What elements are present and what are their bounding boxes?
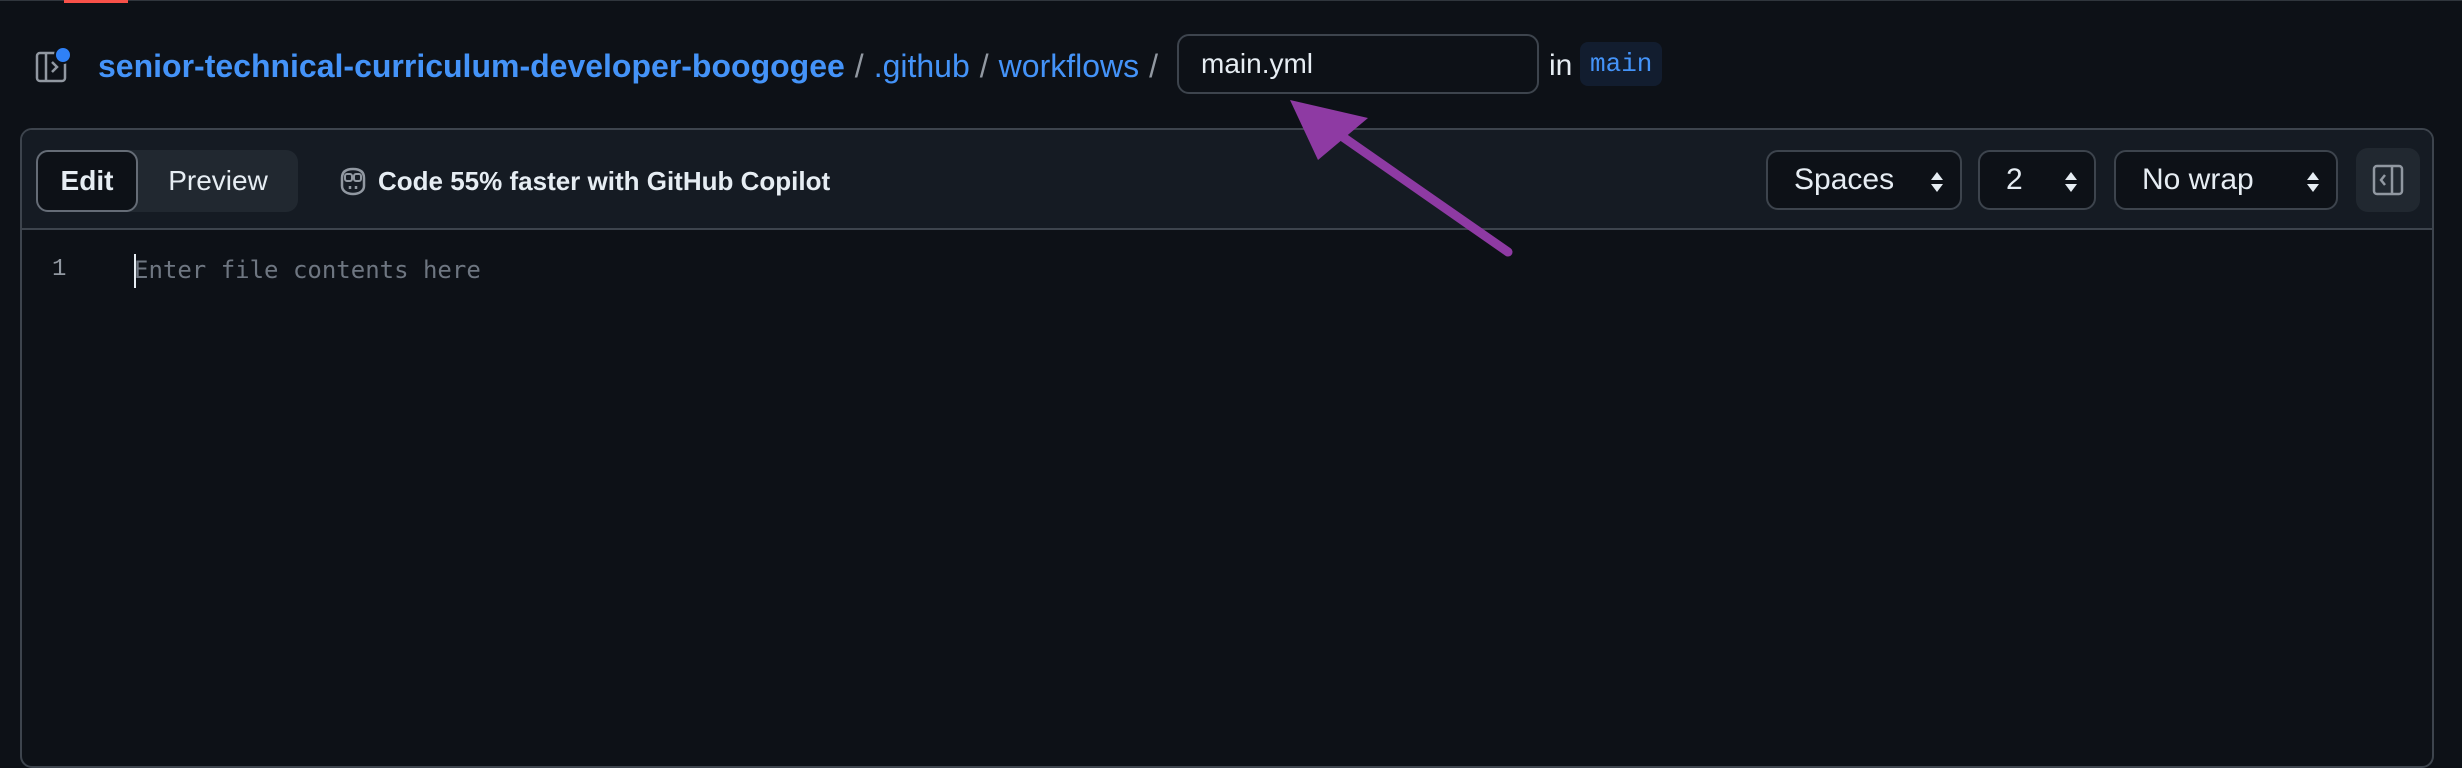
indent-size-value: 2 — [2006, 163, 2023, 196]
edit-preview-toggle: Edit Preview — [36, 150, 298, 212]
editor-toolbar: Edit Preview Code 55% faster with GitHub… — [22, 130, 2432, 230]
tab-edit[interactable]: Edit — [36, 150, 138, 212]
indent-size-select[interactable]: 2 — [1978, 150, 2096, 210]
code-area[interactable]: 1 Enter file contents here — [22, 230, 2432, 766]
wrap-mode-value: No wrap — [2142, 163, 2254, 196]
select-arrows-icon — [2307, 172, 2319, 192]
copilot-promo-link[interactable]: Code 55% faster with GitHub Copilot — [336, 150, 830, 212]
breadcrumb: senior-technical-curriculum-developer-bo… — [98, 28, 1168, 104]
select-arrows-icon — [1931, 172, 1943, 192]
wrap-mode-select[interactable]: No wrap — [2114, 150, 2338, 210]
in-label: in — [1549, 49, 1573, 82]
breadcrumb-separator: / — [1149, 47, 1159, 84]
breadcrumb-github-link[interactable]: .github — [874, 48, 970, 85]
indent-mode-value: Spaces — [1794, 163, 1895, 196]
copilot-icon — [336, 164, 370, 198]
breadcrumb-separator: / — [854, 47, 864, 84]
filename-input[interactable] — [1177, 34, 1539, 94]
breadcrumb-workflows-link[interactable]: workflows — [999, 48, 1139, 85]
file-header: senior-technical-curriculum-developer-bo… — [0, 28, 2462, 104]
branch-badge[interactable]: main — [1580, 42, 1663, 86]
top-border — [0, 0, 2462, 1]
top-accent-bar — [64, 0, 128, 3]
editor-placeholder: Enter file contents here — [134, 256, 481, 284]
panel-toggle-icon — [2372, 164, 2404, 196]
file-editor: Edit Preview Code 55% faster with GitHub… — [20, 128, 2434, 768]
indent-mode-select[interactable]: Spaces — [1766, 150, 1962, 210]
tab-preview[interactable]: Preview — [138, 150, 298, 212]
sidebar-expand-button[interactable] — [30, 44, 74, 88]
select-arrows-icon — [2065, 172, 2077, 192]
notification-dot — [54, 46, 72, 64]
breadcrumb-repo-link[interactable]: senior-technical-curriculum-developer-bo… — [98, 48, 845, 85]
copilot-promo-text: Code 55% faster with GitHub Copilot — [378, 165, 831, 196]
panel-toggle-button[interactable] — [2356, 148, 2420, 212]
breadcrumb-separator: / — [979, 47, 989, 84]
line-number: 1 — [52, 256, 67, 283]
